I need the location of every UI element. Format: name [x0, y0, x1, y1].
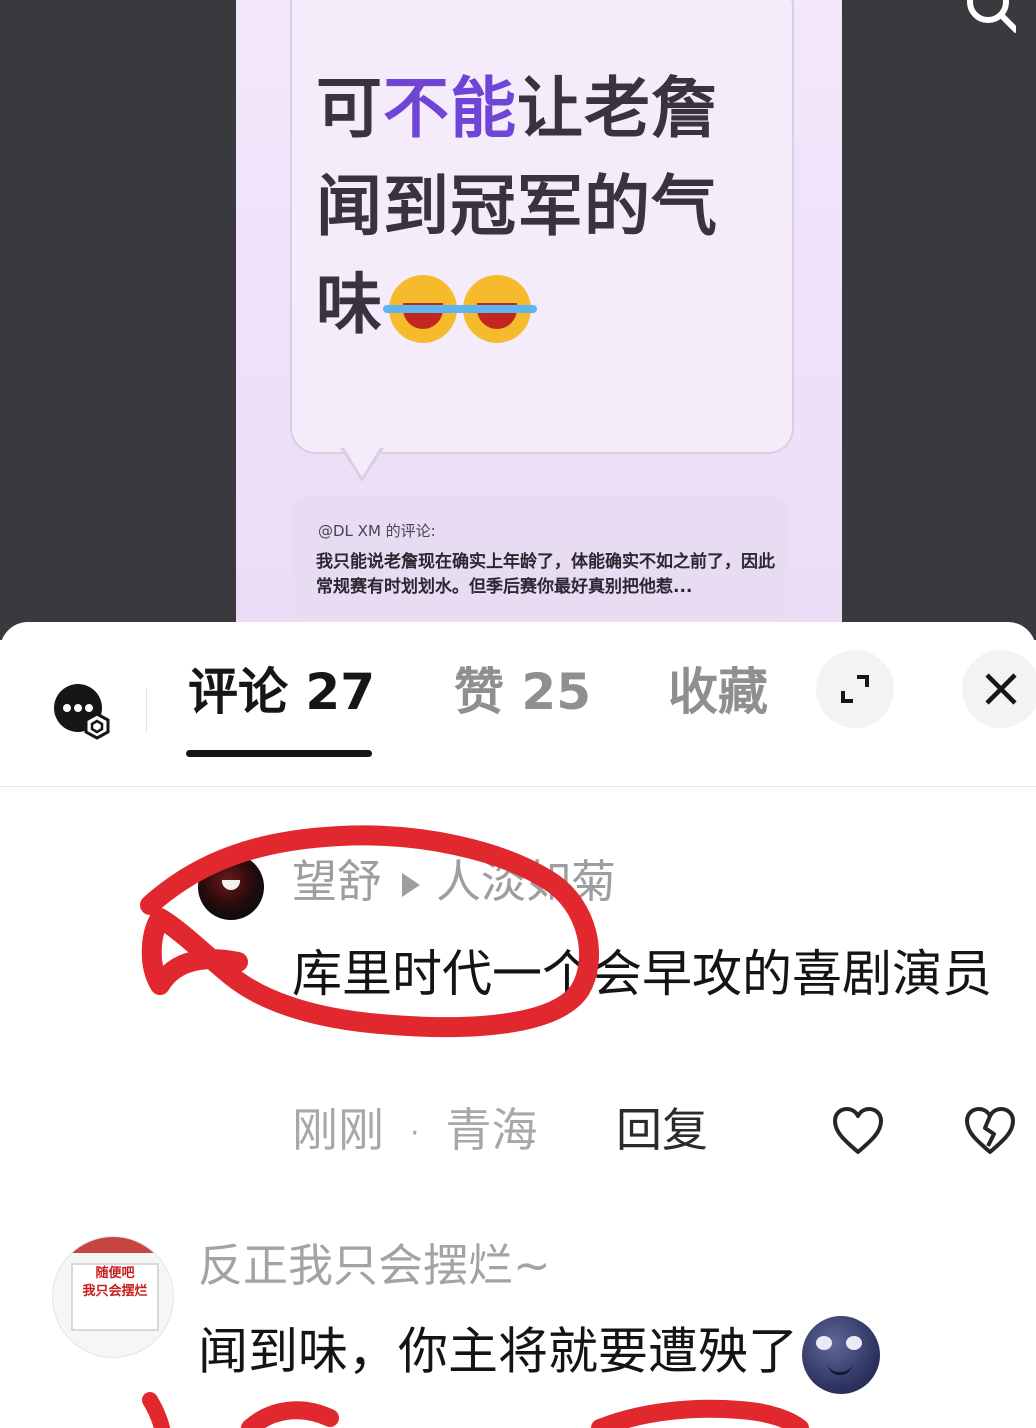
tab-comments[interactable]: 评论 27 — [188, 660, 375, 724]
ai-chat-bot-icon[interactable] — [52, 684, 112, 740]
comment-author-line: 望舒 人淡如菊 — [292, 852, 616, 912]
comment-author[interactable]: 反正我只会摆烂~ — [198, 1236, 551, 1296]
reply-button[interactable]: 回复 — [616, 1100, 708, 1160]
tab-favorites[interactable]: 收藏 — [668, 660, 768, 724]
close-button[interactable] — [962, 650, 1036, 728]
comment-text-line: 闻到味，你主将就要遭殃了 — [198, 1316, 1018, 1394]
comment-time: 刚刚 — [292, 1103, 384, 1157]
comment-text: 库里时代一个会早攻的喜剧演员 — [292, 945, 992, 1003]
new-moon-face-emoji-icon — [802, 1316, 880, 1394]
previous-comment-cut-off — [290, 788, 1010, 796]
search-icon[interactable] — [960, 0, 1016, 36]
quoted-comment-text: 我只能说老詹现在确实上年龄了，体能确实不如之前了，因此常规赛有时划划水。但季后赛… — [316, 552, 775, 597]
active-tab-indicator — [186, 750, 372, 757]
avatar-sign: 随便吧 我只会摆烂 — [71, 1263, 159, 1331]
expand-icon — [841, 675, 869, 703]
close-icon — [985, 673, 1017, 705]
tab-divider — [146, 688, 147, 732]
crying-laughing-emoji-icon — [383, 274, 463, 343]
reply-arrow-icon — [402, 873, 421, 897]
post-headline: 可不能让老詹闻到冠军的气味 — [316, 70, 718, 343]
comment-meta: 刚刚 · 青海 — [292, 1103, 538, 1157]
headline-accent: 不能 — [383, 70, 517, 147]
post-image-area: 可不能让老詹闻到冠军的气味 @DL XM 的评论: 我只能说老詹现在确实上年龄了… — [0, 0, 1036, 640]
avatar[interactable] — [198, 854, 264, 920]
expand-button[interactable] — [816, 650, 894, 728]
comment-text: 闻到味，你主将就要遭殃了 — [198, 1322, 798, 1381]
avatar[interactable]: 随便吧 我只会摆烂 — [52, 1236, 174, 1358]
like-heart-icon[interactable] — [832, 1106, 884, 1156]
dislike-broken-heart-icon[interactable] — [964, 1106, 1016, 1156]
crying-laughing-emoji-icon — [457, 274, 537, 343]
comment-location: 青海 — [445, 1103, 538, 1157]
reply-target[interactable]: 人淡如菊 — [436, 855, 616, 908]
quoted-comment-author: @DL XM 的评论: — [318, 522, 436, 540]
comment-author[interactable]: 望舒 — [292, 855, 382, 908]
tab-likes[interactable]: 赞 25 — [454, 660, 591, 724]
